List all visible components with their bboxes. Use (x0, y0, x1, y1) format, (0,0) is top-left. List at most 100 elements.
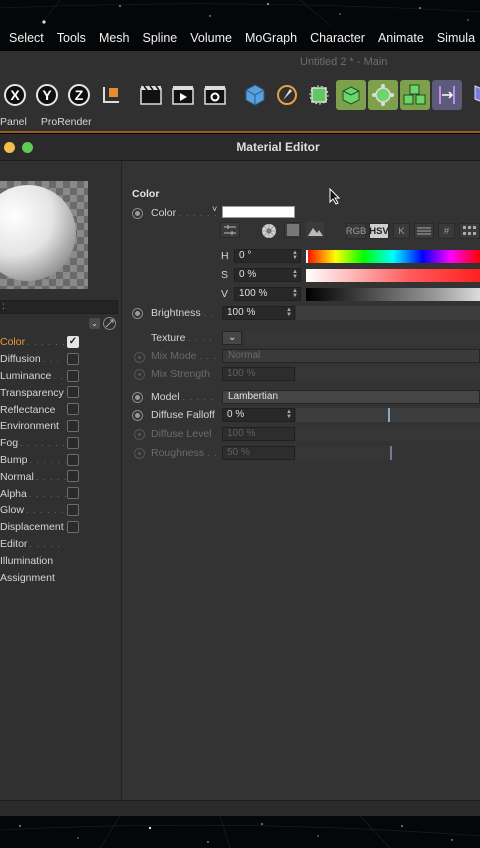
lock-y-button[interactable]: Y (32, 80, 62, 110)
subdivision-button[interactable] (304, 80, 334, 110)
channel-diffusion[interactable]: Diffusion. . . (0, 351, 118, 368)
channel-checkbox[interactable] (67, 369, 79, 382)
channel-checkbox[interactable] (67, 470, 79, 483)
mix-mode-select: Normal (222, 349, 480, 363)
pen-spline-button[interactable] (272, 80, 302, 110)
image-picker-icon[interactable] (306, 222, 324, 243)
extrude-button[interactable] (336, 80, 366, 110)
render-to-picture-viewer-button[interactable] (168, 80, 198, 110)
swatches-button[interactable] (459, 223, 480, 239)
hue-slider[interactable] (306, 250, 480, 263)
channel-alpha[interactable]: Alpha. . . . . . . (0, 485, 118, 502)
channel-checkbox[interactable]: ✓ (67, 336, 79, 348)
window-titlebar[interactable]: Material Editor (0, 134, 480, 161)
channel-filter-dropdown[interactable]: ⌄ (89, 318, 100, 329)
channel-transparency[interactable]: Transparency (0, 384, 118, 401)
tab-prorender[interactable]: ProRender (41, 116, 92, 128)
color-expand-icon[interactable]: ˅ (212, 204, 217, 214)
channel-search-field[interactable]: : (0, 300, 118, 314)
render-settings-button[interactable] (200, 80, 230, 110)
channel-color[interactable]: Color. . . . . . ✓ (0, 334, 118, 351)
channel-environment[interactable]: Environment (0, 418, 118, 435)
render-view-button[interactable] (136, 80, 166, 110)
channel-checkbox[interactable] (67, 419, 79, 432)
channel-displacement[interactable]: Displacement (0, 519, 118, 536)
color-swatch[interactable] (222, 206, 295, 218)
color-wheel-icon[interactable] (261, 223, 277, 244)
channel-luminance[interactable]: Luminance. . (0, 368, 118, 385)
s-label: S (221, 269, 229, 281)
value-field[interactable]: 100 % ▲ ▼ (234, 287, 301, 301)
channel-checkbox[interactable] (67, 436, 79, 449)
brightness-animate-radio[interactable] (132, 308, 143, 319)
mix-strength-field: 100 % (222, 367, 295, 381)
color-mixer-button[interactable] (220, 222, 240, 238)
channel-checkbox[interactable] (67, 487, 79, 500)
lock-z-button[interactable]: Z (64, 80, 94, 110)
brightness-slider[interactable] (296, 306, 480, 320)
deformer-button[interactable] (432, 80, 462, 110)
channel-checkbox[interactable] (67, 453, 79, 466)
effector-icon (474, 85, 480, 102)
cube-icon (245, 84, 265, 106)
menu-simulate[interactable]: Simula (437, 31, 475, 45)
channel-label: Normal (0, 470, 34, 483)
channel-checkbox[interactable] (67, 403, 79, 416)
coordinate-system-button[interactable] (96, 80, 126, 110)
channel-bump[interactable]: Bump. . . . . . . (0, 452, 118, 469)
channel-reflectance[interactable]: Reflectance (0, 401, 118, 418)
mixing-button[interactable] (414, 223, 434, 239)
effector-button[interactable] (464, 80, 480, 110)
diffuse-falloff-field[interactable]: 0 % ▲ ▼ (222, 408, 295, 422)
menu-volume[interactable]: Volume (190, 31, 232, 45)
diffuse-falloff-slider[interactable] (296, 408, 480, 422)
material-preview[interactable] (0, 181, 88, 289)
channel-checkbox[interactable] (67, 503, 79, 516)
mode-rgb-button[interactable]: RGB (346, 223, 366, 239)
diffuse-falloff-handle[interactable] (388, 408, 390, 422)
channel-illumination[interactable]: Illumination (0, 552, 118, 569)
texture-menu-button[interactable]: ⌄ (222, 331, 242, 345)
menu-select[interactable]: Select (9, 31, 44, 45)
cloner-icon (372, 84, 394, 106)
lock-x-button[interactable]: X (0, 80, 30, 110)
menu-mograph[interactable]: MoGraph (245, 31, 297, 45)
channel-normal[interactable]: Normal. . . . . . (0, 468, 118, 485)
mograph-cubes-button[interactable] (400, 80, 430, 110)
mode-kelvin-button[interactable]: K (393, 223, 410, 239)
channel-editor[interactable]: Editor. . . . . (0, 536, 118, 553)
model-animate-radio[interactable] (132, 392, 143, 403)
menu-animate[interactable]: Animate (378, 31, 424, 45)
color-animate-radio[interactable] (132, 208, 143, 219)
cube-button[interactable] (240, 80, 270, 110)
value-slider[interactable] (306, 288, 480, 301)
texture-slot[interactable] (246, 331, 480, 345)
menu-character[interactable]: Character (310, 31, 365, 45)
brightness-field[interactable]: 100 % ▲ ▼ (222, 306, 295, 320)
model-select[interactable]: Lambertian (222, 390, 480, 404)
hue-field[interactable]: 0 ° ▲ ▼ (234, 249, 301, 263)
target-button[interactable] (103, 317, 116, 330)
saturation-field[interactable]: 0 % ▲ ▼ (234, 268, 301, 282)
tab-panel[interactable]: Panel (0, 116, 27, 128)
channel-checkbox[interactable] (67, 386, 79, 399)
menu-spline[interactable]: Spline (143, 31, 178, 45)
spectrum-button[interactable] (284, 222, 301, 238)
diffuse-falloff-animate-radio[interactable] (132, 410, 143, 421)
menu-mesh[interactable]: Mesh (99, 31, 130, 45)
mode-hsv-button[interactable]: HSV (369, 223, 389, 239)
cloner-button[interactable] (368, 80, 398, 110)
channel-checkbox[interactable] (67, 352, 79, 365)
saturation-slider[interactable] (306, 269, 480, 282)
channel-leader-dots: . . . (42, 354, 61, 365)
channel-glow[interactable]: Glow. . . . . . . (0, 502, 118, 519)
channel-checkbox[interactable] (67, 520, 79, 533)
channel-label: Environment (0, 420, 59, 433)
hex-button[interactable]: # (438, 223, 455, 239)
roughness-slider (296, 446, 392, 460)
menu-tools[interactable]: Tools (57, 31, 86, 45)
hue-slider-handle[interactable] (306, 250, 308, 263)
channel-fog[interactable]: Fog. . . . . . . . (0, 435, 118, 452)
channel-assignment[interactable]: Assignment (0, 569, 118, 586)
mixer-icon (417, 227, 431, 235)
